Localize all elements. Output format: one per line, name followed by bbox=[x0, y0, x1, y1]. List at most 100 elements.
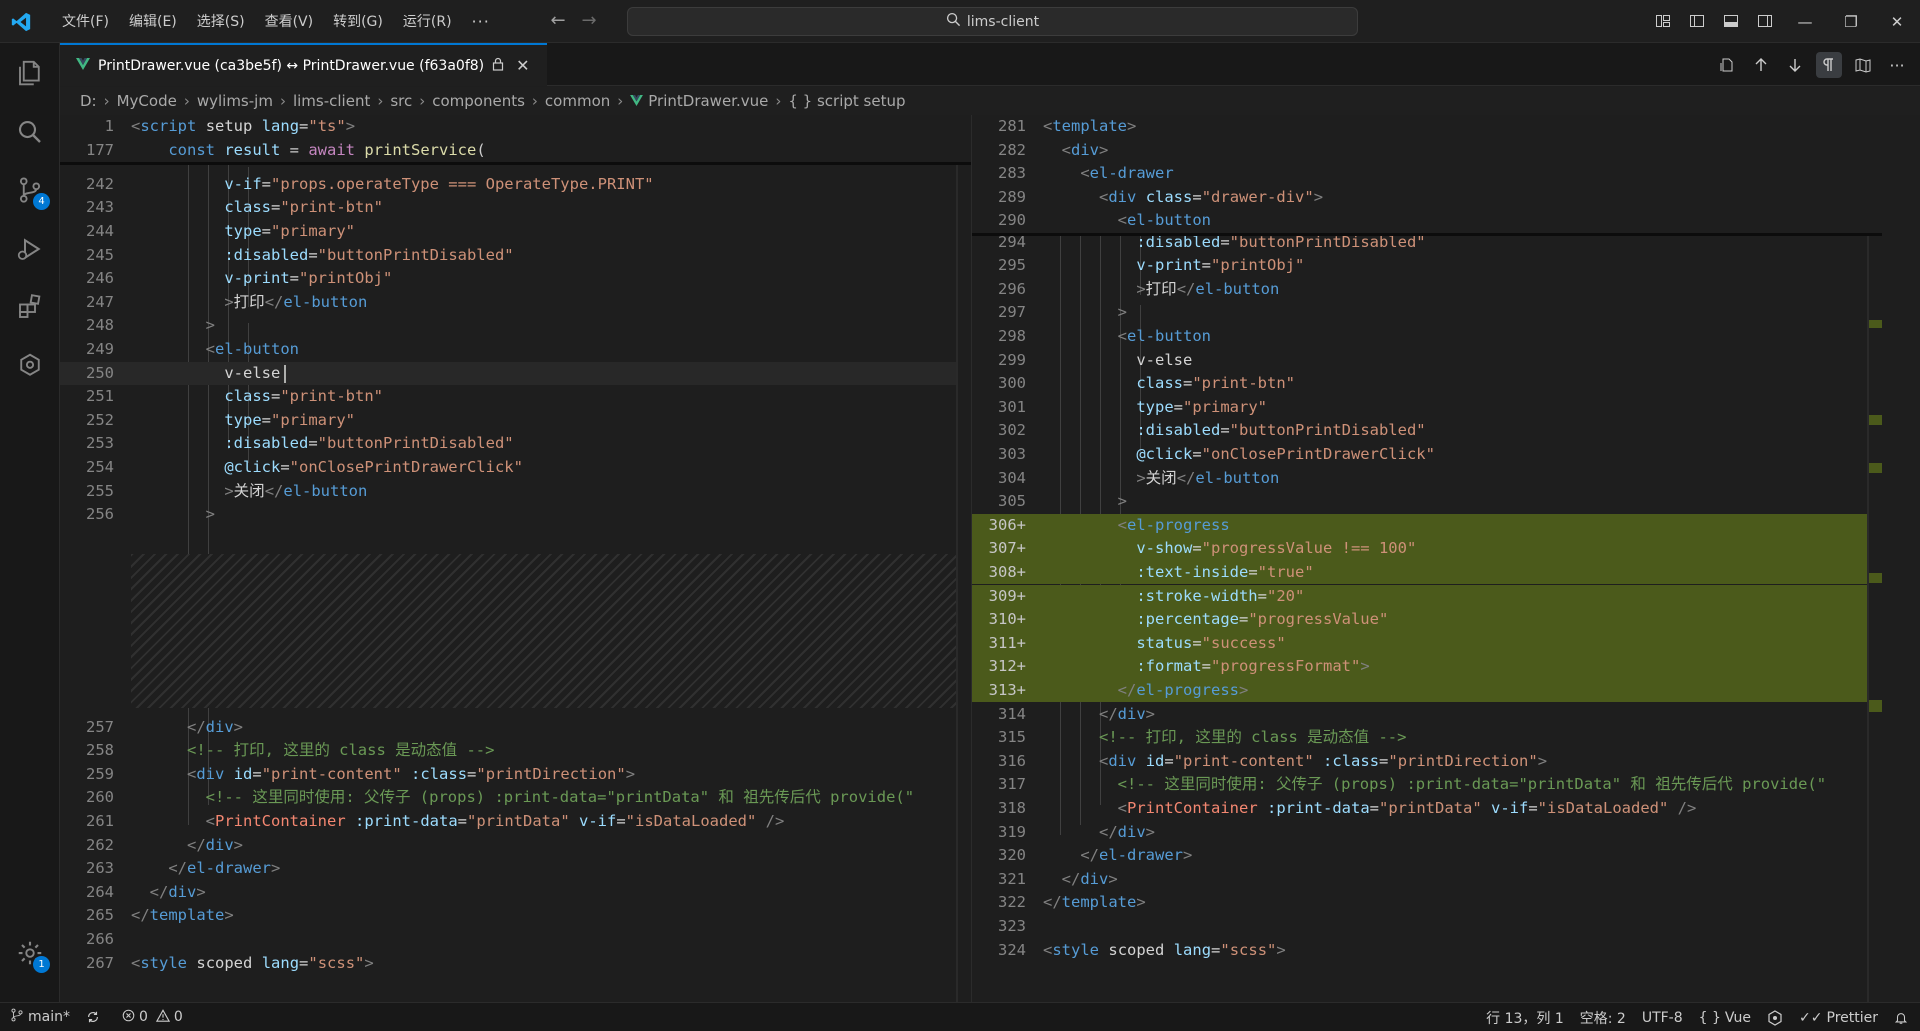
code-line[interactable]: 305 > bbox=[972, 490, 1882, 514]
customize-layout-icon[interactable] bbox=[1650, 9, 1676, 33]
added-code-line[interactable]: 308+ :text-inside="true" bbox=[972, 560, 1882, 585]
toggle-panel-icon[interactable] bbox=[1718, 9, 1744, 33]
sticky-scroll-line[interactable]: 290 <el-button bbox=[972, 209, 1882, 233]
code-line[interactable]: 256 > bbox=[60, 503, 971, 527]
copilot-icon[interactable] bbox=[1759, 1003, 1791, 1031]
toggle-primary-sidebar-icon[interactable] bbox=[1684, 9, 1710, 33]
cursor-position[interactable]: 行 13，列 1 bbox=[1478, 1003, 1572, 1031]
code-line[interactable]: 265 </template> bbox=[60, 904, 971, 928]
code-line[interactable]: 303 @click="onClosePrintDrawerClick" bbox=[972, 443, 1882, 467]
code-line[interactable]: 263 </el-drawer> bbox=[60, 857, 971, 881]
close-window-icon[interactable]: ✕ bbox=[1874, 0, 1920, 43]
diff-modified-pane[interactable]: 292 class="print-btn"293 type="primary"2… bbox=[971, 115, 1882, 1002]
sticky-scroll-line[interactable]: 289 <div class="drawer-div"> bbox=[972, 185, 1882, 210]
code-line[interactable]: 259 <div id="print-content" :class="prin… bbox=[60, 763, 971, 787]
breadcrumb-item[interactable]: D: bbox=[80, 92, 97, 110]
code-line[interactable]: 323 bbox=[972, 915, 1882, 939]
search-view-icon[interactable] bbox=[0, 106, 60, 158]
show-whitespace-icon[interactable] bbox=[1816, 52, 1842, 78]
close-tab-icon[interactable]: ✕ bbox=[516, 56, 529, 75]
code-line[interactable]: 264 </div> bbox=[60, 881, 971, 905]
menu-more[interactable]: ··· bbox=[462, 8, 500, 36]
code-line[interactable]: 324 <style scoped lang="scss"> bbox=[972, 939, 1882, 963]
diff-original-pane[interactable]: 240 <div class="drawer-div">241 <el-butt… bbox=[60, 115, 971, 1002]
code-line[interactable]: 315 <!-- 打印, 这里的 class 是动态值 --> bbox=[972, 726, 1882, 750]
sync-icon[interactable] bbox=[78, 1003, 108, 1031]
extensions-icon[interactable] bbox=[0, 281, 60, 333]
code-line[interactable]: 258 <!-- 打印, 这里的 class 是动态值 --> bbox=[60, 739, 971, 763]
breadcrumb-item[interactable]: PrintDrawer.vue bbox=[648, 92, 768, 110]
previous-change-icon[interactable] bbox=[1748, 52, 1774, 78]
overview-ruler[interactable] bbox=[1868, 115, 1882, 1002]
overview-ruler[interactable] bbox=[957, 115, 971, 1002]
breadcrumb-item[interactable]: src bbox=[390, 92, 412, 110]
added-code-line[interactable]: 313+ </el-progress> bbox=[972, 678, 1882, 703]
go-forward-icon[interactable]: → bbox=[578, 10, 600, 32]
gitlens-icon[interactable] bbox=[0, 340, 60, 392]
code-line[interactable]: 319 </div> bbox=[972, 821, 1882, 845]
sticky-scroll-line[interactable]: 281 <template> bbox=[972, 115, 1882, 139]
code-line[interactable]: 301 type="primary" bbox=[972, 396, 1882, 420]
code-line[interactable]: 295 v-print="printObj" bbox=[972, 254, 1882, 278]
toggle-secondary-sidebar-icon[interactable] bbox=[1752, 9, 1778, 33]
next-change-icon[interactable] bbox=[1782, 52, 1808, 78]
code-line[interactable]: 246 v-print="printObj" bbox=[60, 267, 971, 291]
code-line[interactable]: 298 <el-button bbox=[972, 325, 1882, 349]
code-line[interactable]: 302 :disabled="buttonPrintDisabled" bbox=[972, 419, 1882, 443]
menu-item[interactable]: 查看(V) bbox=[255, 8, 324, 36]
code-line[interactable]: 322 </template> bbox=[972, 891, 1882, 915]
menu-item[interactable]: 选择(S) bbox=[187, 8, 255, 36]
added-code-line[interactable]: 311+ status="success" bbox=[972, 631, 1882, 656]
breadcrumb-item[interactable]: wylims-jm bbox=[197, 92, 273, 110]
indentation[interactable]: 空格: 2 bbox=[1572, 1003, 1634, 1031]
code-line[interactable]: 255 >关闭</el-button bbox=[60, 480, 971, 504]
code-line[interactable]: 318 <PrintContainer :print-data="printDa… bbox=[972, 797, 1882, 821]
code-line[interactable]: 297 > bbox=[972, 301, 1882, 325]
manage-gear-icon[interactable]: 1 bbox=[0, 927, 60, 979]
tab-diff-printdrawer[interactable]: PrintDrawer.vue (ca3be5f) ↔ PrintDrawer.… bbox=[60, 43, 547, 86]
minimize-icon[interactable]: — bbox=[1782, 0, 1828, 43]
code-line[interactable]: 321 </div> bbox=[972, 868, 1882, 892]
language-mode[interactable]: { } Vue bbox=[1691, 1003, 1759, 1031]
code-line[interactable]: 314 </div> bbox=[972, 703, 1882, 727]
explorer-icon[interactable] bbox=[0, 47, 60, 99]
encoding[interactable]: UTF-8 bbox=[1634, 1003, 1691, 1031]
breadcrumb-item[interactable]: components bbox=[432, 92, 525, 110]
breadcrumb-item[interactable]: lims-client bbox=[293, 92, 370, 110]
code-line[interactable]: 248 > bbox=[60, 314, 971, 338]
added-code-line[interactable]: 306+ <el-progress bbox=[972, 513, 1882, 538]
code-line[interactable]: 252 type="primary" bbox=[60, 409, 971, 433]
code-line[interactable]: 267 <style scoped lang="scss"> bbox=[60, 952, 971, 976]
menu-item[interactable]: 运行(R) bbox=[393, 8, 462, 36]
problems-item[interactable]: 0 0 bbox=[114, 1003, 191, 1031]
code-line[interactable]: 320 </el-drawer> bbox=[972, 844, 1882, 868]
added-code-line[interactable]: 307+ v-show="progressValue !== 100" bbox=[972, 537, 1882, 561]
run-debug-icon[interactable] bbox=[0, 223, 60, 275]
code-line[interactable]: 251 class="print-btn" bbox=[60, 385, 971, 409]
added-code-line[interactable]: 310+ :percentage="progressValue" bbox=[972, 608, 1882, 632]
code-line[interactable]: 245 :disabled="buttonPrintDisabled" bbox=[60, 244, 971, 268]
code-line[interactable]: 316 <div id="print-content" :class="prin… bbox=[972, 750, 1882, 774]
code-line[interactable]: 247 >打印</el-button bbox=[60, 291, 971, 315]
menu-item[interactable]: 文件(F) bbox=[52, 8, 119, 36]
open-file-icon[interactable] bbox=[1714, 52, 1740, 78]
breadcrumb-item[interactable]: MyCode bbox=[117, 92, 177, 110]
notifications-bell-icon[interactable] bbox=[1886, 1003, 1920, 1031]
code-line[interactable]: 260 <!-- 这里同时使用: 父传子 (props) :print-data… bbox=[60, 786, 971, 810]
source-control-icon[interactable]: 4 bbox=[0, 164, 60, 216]
code-line[interactable]: 253 :disabled="buttonPrintDisabled" bbox=[60, 432, 971, 456]
restore-icon[interactable]: ❐ bbox=[1828, 0, 1874, 43]
breadcrumb-item[interactable]: { } script setup bbox=[788, 92, 905, 110]
code-line[interactable]: 254 @click="onClosePrintDrawerClick" bbox=[60, 456, 971, 480]
added-code-line[interactable]: 312+ :format="progressFormat"> bbox=[972, 655, 1882, 679]
prettier-item[interactable]: ✓✓ Prettier bbox=[1791, 1003, 1886, 1031]
code-line[interactable]: 243 class="print-btn" bbox=[60, 196, 971, 220]
branch-item[interactable]: main* bbox=[0, 1003, 78, 1031]
code-line[interactable]: 299 v-else bbox=[972, 349, 1882, 373]
code-line[interactable]: 317 <!-- 这里同时使用: 父传子 (props) :print-data… bbox=[972, 773, 1882, 797]
command-center-search[interactable]: lims-client bbox=[627, 7, 1358, 36]
code-line[interactable]: 244 type="primary" bbox=[60, 220, 971, 244]
added-code-line[interactable]: 309+ :stroke-width="20" bbox=[972, 584, 1882, 609]
sticky-scroll-line[interactable]: 1 <script setup lang="ts"> bbox=[60, 115, 971, 139]
menu-item[interactable]: 编辑(E) bbox=[119, 8, 187, 36]
